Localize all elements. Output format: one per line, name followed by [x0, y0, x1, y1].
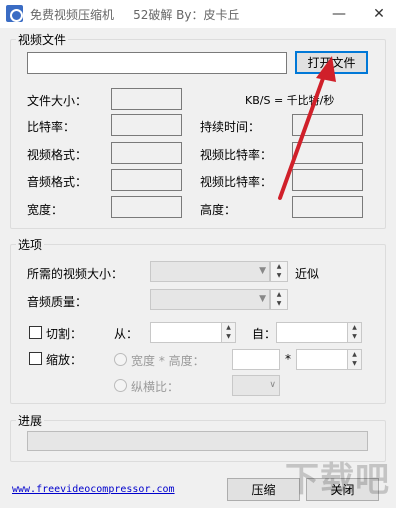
aspect-ratio-radio[interactable] [114, 379, 127, 392]
close-icon: ✕ [373, 6, 385, 22]
aspect-ratio-select[interactable]: ∨ [232, 375, 280, 396]
audio-quality-label: 音频质量： [27, 295, 88, 309]
chevron-down-icon: ∨ [269, 380, 276, 390]
audio-format-label: 音频格式： [27, 175, 88, 189]
from-label: 从： [114, 327, 139, 341]
width-height-label: 宽度 * 高度： [131, 354, 205, 368]
approx-label: 近似 [295, 267, 320, 281]
video-format-label: 视频格式： [27, 148, 88, 162]
minimize-button[interactable]: — [322, 0, 356, 28]
spin-up-icon[interactable]: ▲ [348, 350, 361, 359]
height-label: 高度： [200, 203, 237, 217]
audio-bitrate-label: 视频比特率： [200, 175, 273, 189]
spin-up-icon[interactable]: ▲ [271, 262, 287, 271]
crop-from-input[interactable]: ▲ ▼ [150, 322, 236, 343]
duration-label: 持续时间： [200, 120, 261, 134]
spin-down-icon[interactable]: ▼ [348, 332, 361, 341]
watermark: 下载吧 [285, 460, 390, 500]
chevron-down-icon: ▼ [259, 266, 266, 276]
window-title: 免费视频压缩机 52破解 By：皮卡丘 [30, 8, 240, 22]
spin-up-icon[interactable]: ▲ [222, 323, 235, 332]
crop-to-input[interactable]: ▲ ▼ [276, 322, 362, 343]
spin-up-icon[interactable]: ▲ [271, 290, 287, 299]
progress-bar [27, 431, 368, 451]
crop-label: 切割： [46, 327, 83, 341]
desired-size-select[interactable]: ▼ [150, 261, 270, 282]
scale-width-input[interactable] [232, 349, 280, 370]
audio-quality-stepper[interactable]: ▲ ▼ [270, 289, 288, 310]
bitrate-label: 比特率： [27, 120, 76, 134]
file-size-label: 文件大小： [27, 94, 88, 108]
close-window-button[interactable]: ✕ [362, 0, 396, 28]
spin-up-icon[interactable]: ▲ [348, 323, 361, 332]
desired-size-stepper[interactable]: ▲ ▼ [270, 261, 288, 282]
options-group-title: 选项 [16, 236, 45, 253]
width-value [111, 196, 182, 218]
audio-format-value [111, 169, 182, 191]
minimize-icon: — [332, 6, 346, 22]
annotation-arrow [278, 56, 336, 200]
video-file-group-title: 视频文件 [16, 31, 69, 48]
file-path-input[interactable] [27, 52, 287, 74]
desired-size-label: 所需的视频大小： [27, 267, 124, 281]
spin-down-icon[interactable]: ▼ [271, 271, 287, 280]
times-label: * [285, 352, 291, 366]
width-height-radio[interactable] [114, 353, 127, 366]
progress-group-title: 进展 [16, 412, 45, 429]
to-label: 自： [252, 327, 277, 341]
spin-down-icon[interactable]: ▼ [222, 332, 235, 341]
app-icon [6, 5, 23, 22]
website-link[interactable]: www.freevideocompressor.com [12, 484, 175, 495]
scale-label: 缩放： [46, 353, 83, 367]
crop-checkbox[interactable] [29, 326, 42, 339]
spin-down-icon[interactable]: ▼ [271, 299, 287, 308]
aspect-ratio-label: 纵横比： [131, 380, 180, 394]
chevron-down-icon: ▼ [259, 294, 266, 304]
file-size-value [111, 88, 182, 110]
scale-height-input[interactable]: ▲ ▼ [296, 349, 362, 370]
scale-checkbox[interactable] [29, 352, 42, 365]
bitrate-value [111, 114, 182, 136]
width-label: 宽度： [27, 203, 64, 217]
video-format-value [111, 142, 182, 164]
video-bitrate-label: 视频比特率： [200, 148, 273, 162]
title-bar[interactable]: 免费视频压缩机 52破解 By：皮卡丘 — ✕ [0, 0, 396, 28]
spin-down-icon[interactable]: ▼ [348, 359, 361, 368]
audio-quality-select[interactable]: ▼ [150, 289, 270, 310]
